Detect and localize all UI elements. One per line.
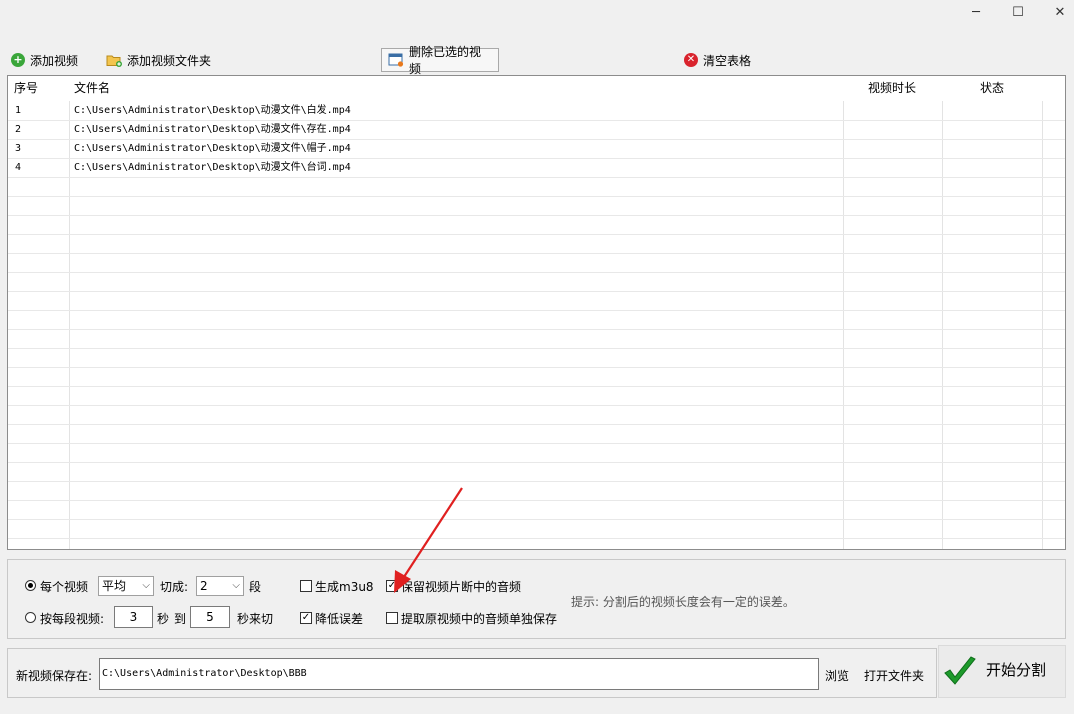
split-method-select[interactable]: 平均 ⌵ <box>98 576 154 596</box>
chevron-down-icon: ⌵ <box>142 580 150 591</box>
mode-per-segment-label[interactable]: 按每段视频: <box>40 610 104 627</box>
row-gridline <box>8 291 1065 292</box>
row-gridline <box>8 177 1065 178</box>
start-split-label: 开始分割 <box>986 661 1047 679</box>
extract-audio-checkbox[interactable] <box>386 612 398 624</box>
row-filename: C:\Users\Administrator\Desktop\动漫文件\帽子.m… <box>74 143 351 154</box>
browse-button[interactable]: 浏览 <box>825 667 849 684</box>
to-label: 到 <box>174 612 187 626</box>
extract-audio-label[interactable]: 提取原视频中的音频单独保存 <box>401 610 557 627</box>
hint-text: 提示: 分割后的视频长度会有一定的误差。 <box>571 595 795 609</box>
header-index[interactable]: 序号 <box>14 76 38 101</box>
annotation-arrow-icon <box>394 487 463 593</box>
split-options-panel <box>7 559 1066 639</box>
chevron-down-icon: ⌵ <box>232 580 240 591</box>
row-filename: C:\Users\Administrator\Desktop\动漫文件\存在.m… <box>74 124 351 135</box>
start-split-button[interactable]: 开始分割 <box>938 645 1066 698</box>
row-gridline <box>8 348 1065 349</box>
save-path-input[interactable]: C:\Users\Administrator\Desktop\BBB <box>99 658 819 690</box>
add-video-label: 添加视频 <box>30 53 79 68</box>
segments-select[interactable]: 2 ⌵ <box>196 576 244 596</box>
mode-each-video-radio[interactable] <box>25 580 36 591</box>
add-video-button[interactable]: + 添加视频 <box>5 49 84 71</box>
header-status[interactable]: 状态 <box>980 76 1004 101</box>
seconds-cut-label: 秒来切 <box>237 612 274 626</box>
cut-into-label: 切成: <box>160 580 189 594</box>
seconds-unit: 秒 <box>157 612 170 626</box>
row-gridline <box>8 310 1065 311</box>
clear-x-icon: ✕ <box>684 53 698 67</box>
row-gridline <box>8 215 1065 216</box>
row-index: 4 <box>15 162 22 173</box>
checkmark-icon <box>942 654 978 690</box>
column-divider <box>1042 76 1043 549</box>
row-gridline <box>8 405 1065 406</box>
mode-each-video-label[interactable]: 每个视频 <box>40 578 88 595</box>
gen-m3u8-label[interactable]: 生成m3u8 <box>315 578 374 595</box>
row-gridline <box>8 462 1065 463</box>
segments-unit: 段 <box>249 580 262 594</box>
gen-m3u8-checkbox[interactable] <box>300 580 312 592</box>
column-divider <box>942 76 943 549</box>
seconds-from-input[interactable]: 3 <box>114 606 153 628</box>
row-filename: C:\Users\Administrator\Desktop\动漫文件\台词.m… <box>74 162 351 173</box>
clear-table-button[interactable]: ✕ 清空表格 <box>678 49 757 71</box>
minimize-button[interactable]: ─ <box>953 0 999 24</box>
row-index: 3 <box>15 143 22 154</box>
row-gridline <box>8 329 1065 330</box>
mode-per-segment-radio[interactable] <box>25 612 36 623</box>
header-filename[interactable]: 文件名 <box>74 76 110 101</box>
segments-value: 2 <box>200 579 208 593</box>
add-folder-button[interactable]: 添加视频文件夹 <box>100 49 217 71</box>
seconds-to-input[interactable]: 5 <box>190 606 230 628</box>
row-gridline <box>8 234 1065 235</box>
row-gridline <box>8 538 1065 539</box>
close-button[interactable]: ✕ <box>1037 0 1074 24</box>
column-divider <box>69 76 70 549</box>
column-divider <box>843 76 844 549</box>
table-header: 序号 文件名 视频时长 状态 <box>8 76 1065 101</box>
row-index: 1 <box>15 105 22 116</box>
save-location-label: 新视频保存在: <box>16 669 93 683</box>
row-gridline <box>8 481 1065 482</box>
delete-selected-label: 删除已选的视频 <box>409 45 482 76</box>
maximize-button[interactable]: ☐ <box>995 0 1041 24</box>
row-gridline <box>8 519 1065 520</box>
row-gridline <box>8 367 1065 368</box>
folder-add-icon <box>106 54 122 67</box>
row-gridline <box>8 253 1065 254</box>
row-gridline <box>8 272 1065 273</box>
reduce-error-checkbox[interactable]: ✓ <box>300 612 312 624</box>
row-gridline <box>8 500 1065 501</box>
header-duration[interactable]: 视频时长 <box>868 76 916 101</box>
row-filename: C:\Users\Administrator\Desktop\动漫文件\白发.m… <box>74 105 351 116</box>
split-method-value: 平均 <box>102 579 127 593</box>
row-index: 2 <box>15 124 22 135</box>
reduce-error-label[interactable]: 降低误差 <box>315 610 363 627</box>
row-gridline <box>8 443 1065 444</box>
clear-table-label: 清空表格 <box>703 53 752 68</box>
add-folder-label: 添加视频文件夹 <box>127 53 212 68</box>
row-gridline <box>8 424 1065 425</box>
file-table[interactable]: 序号 文件名 视频时长 状态 1 C:\Users\Administrator\… <box>7 75 1066 550</box>
delete-selected-button[interactable]: 删除已选的视频 <box>381 45 499 76</box>
plus-icon: + <box>11 53 25 67</box>
row-gridline <box>8 196 1065 197</box>
row-gridline <box>8 386 1065 387</box>
open-folder-button[interactable]: 打开文件夹 <box>864 667 924 684</box>
window-delete-icon <box>388 53 404 67</box>
